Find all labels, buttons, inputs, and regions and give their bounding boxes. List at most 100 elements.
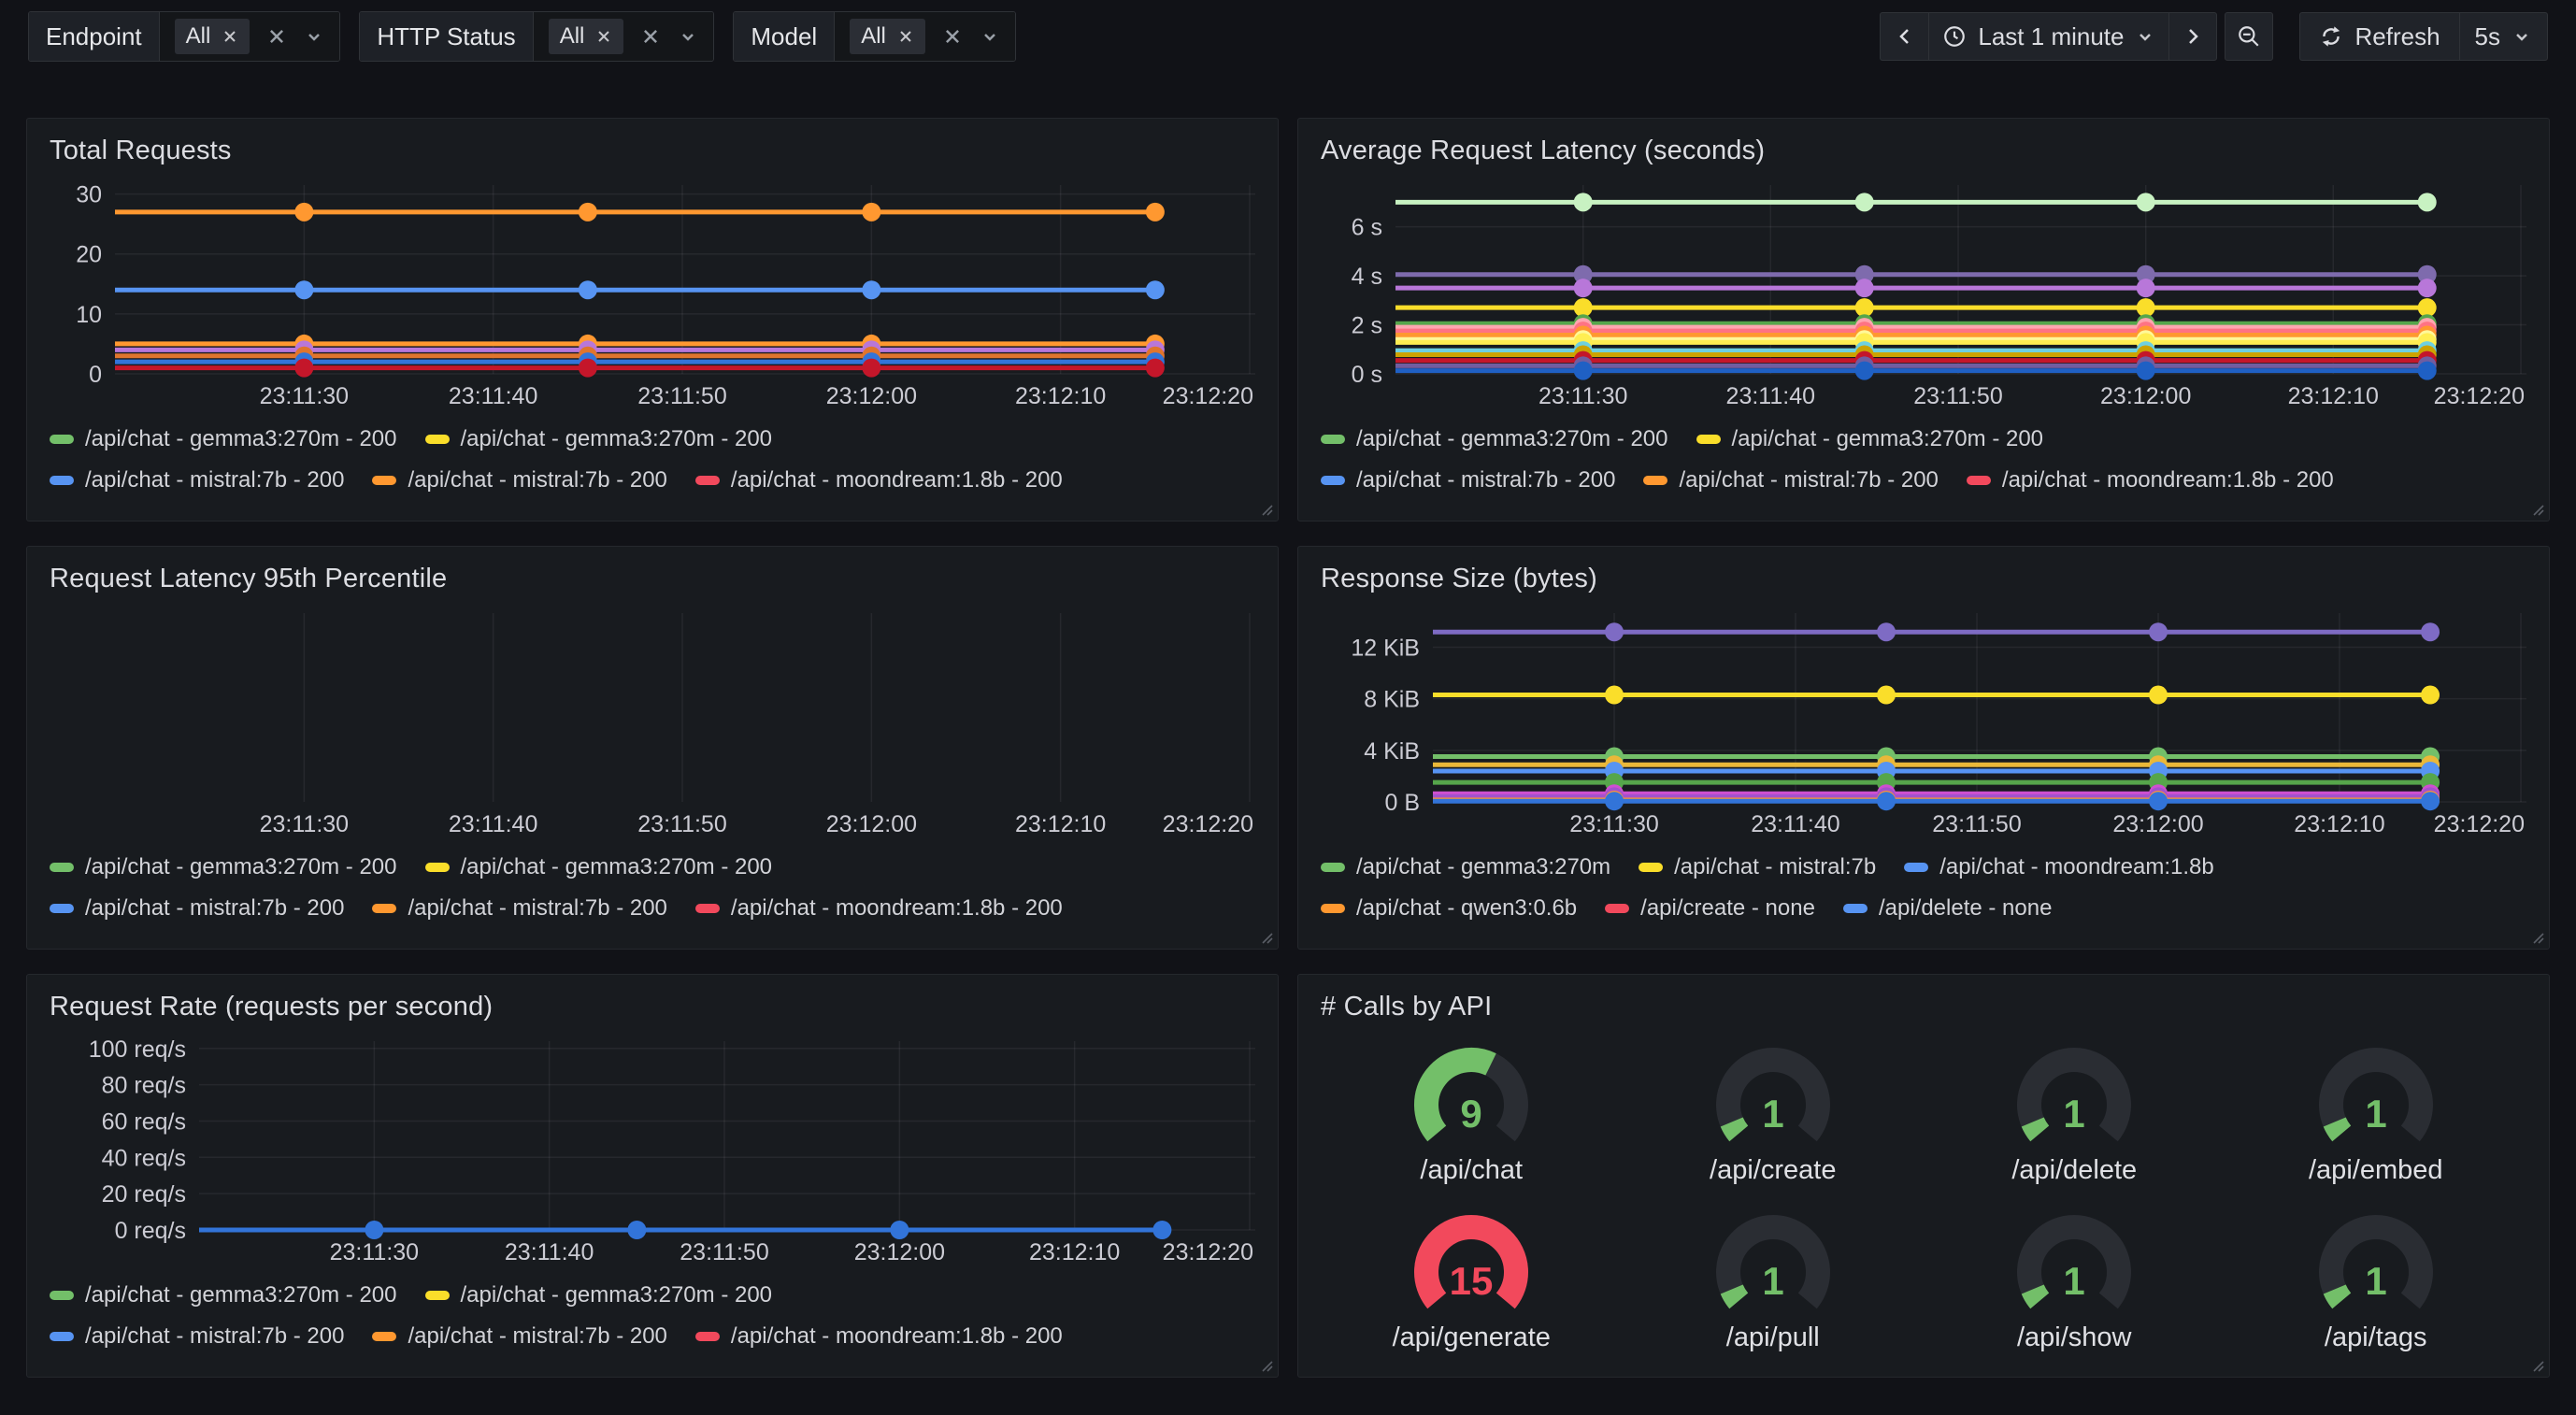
filter-endpoint-chip[interactable]: All xyxy=(175,19,250,54)
x-axis-label: 23:11:50 xyxy=(1913,383,2002,409)
chip-remove-icon[interactable] xyxy=(222,28,238,45)
legend-item[interactable]: /api/delete - none xyxy=(1843,895,2052,922)
panel-title[interactable]: Request Rate (requests per second) xyxy=(50,992,1255,1022)
legend-item[interactable]: /api/chat - gemma3:270m - 200 xyxy=(425,854,773,880)
legend-item[interactable]: /api/chat - mistral:7b - 200 xyxy=(50,895,344,922)
legend-item[interactable]: /api/chat - gemma3:270m - 200 xyxy=(425,426,773,452)
data-point xyxy=(1574,279,1593,297)
panel-resize-handle[interactable] xyxy=(1258,929,1273,944)
chip-remove-icon[interactable] xyxy=(897,28,914,45)
legend-label: /api/chat - mistral:7b xyxy=(1674,854,1876,880)
x-axis-label: 23:12:20 xyxy=(1163,811,1253,837)
gauge-value: 1 xyxy=(2064,1259,2085,1303)
legend-row: /api/chat - mistral:7b - 200/api/chat - … xyxy=(1321,467,2526,493)
legend-item[interactable]: /api/chat - mistral:7b - 200 xyxy=(372,467,666,493)
legend-item[interactable]: /api/chat - gemma3:270m - 200 xyxy=(50,854,397,880)
legend-item[interactable]: /api/chat - moondream:1.8b - 200 xyxy=(1967,467,2334,493)
filter-clear-icon[interactable] xyxy=(640,26,661,47)
filter-endpoint-value[interactable]: All xyxy=(160,12,340,61)
panel-title[interactable]: # Calls by API xyxy=(1321,992,2526,1022)
legend-item[interactable]: /api/chat - moondream:1.8b - 200 xyxy=(695,467,1063,493)
filter-model-value[interactable]: All xyxy=(835,12,1015,61)
gauge: 15/api/generate xyxy=(1321,1199,1623,1353)
panel-title[interactable]: Total Requests xyxy=(50,136,1255,166)
gauge-label: /api/tags xyxy=(2325,1322,2427,1353)
filter-clear-icon[interactable] xyxy=(942,26,963,47)
filter-clear-icon[interactable] xyxy=(266,26,287,47)
data-point xyxy=(862,359,880,378)
legend-item[interactable]: /api/chat - mistral:7b - 200 xyxy=(50,1323,344,1350)
legend-item[interactable]: /api/chat - moondream:1.8b xyxy=(1904,854,2214,880)
legend-row: /api/chat - mistral:7b - 200/api/chat - … xyxy=(50,1323,1255,1350)
legend-item[interactable]: /api/chat - gemma3:270m - 200 xyxy=(50,1282,397,1308)
chart-legend: /api/chat - gemma3:270m - 200/api/chat -… xyxy=(50,426,1255,493)
legend-item[interactable]: /api/chat - qwen3:0.6b xyxy=(1321,895,1577,922)
zoom-out-icon xyxy=(2237,24,2261,49)
legend-item[interactable]: /api/chat - moondream:1.8b - 200 xyxy=(695,1323,1063,1350)
time-forward-button[interactable] xyxy=(2168,12,2217,61)
legend-item[interactable]: /api/chat - moondream:1.8b - 200 xyxy=(695,895,1063,922)
y-axis-label: 20 xyxy=(76,242,102,268)
filter-http-status-value[interactable]: All xyxy=(534,12,714,61)
chevron-down-icon[interactable] xyxy=(304,26,324,47)
legend-item[interactable]: /api/chat - gemma3:270m - 200 xyxy=(425,1282,773,1308)
legend-label: /api/chat - gemma3:270m - 200 xyxy=(85,854,397,880)
time-back-button[interactable] xyxy=(1880,12,1928,61)
legend-item[interactable]: /api/chat - mistral:7b xyxy=(1639,854,1876,880)
x-axis-label: 23:11:50 xyxy=(637,811,726,837)
legend-item[interactable]: /api/chat - gemma3:270m xyxy=(1321,854,1610,880)
panel-resize-handle[interactable] xyxy=(1258,501,1273,516)
legend-item[interactable]: /api/chat - gemma3:270m - 200 xyxy=(50,426,397,452)
filter-model-chip[interactable]: All xyxy=(850,19,925,54)
y-axis-label: 100 req/s xyxy=(89,1036,186,1063)
chip-remove-icon[interactable] xyxy=(595,28,612,45)
chevron-down-icon xyxy=(2135,26,2155,47)
gauge-value: 9 xyxy=(1461,1092,1482,1136)
chevron-down-icon[interactable] xyxy=(980,26,1000,47)
y-axis-label: 40 req/s xyxy=(102,1145,186,1171)
legend-item[interactable]: /api/create - none xyxy=(1605,895,1815,922)
panel-resize-handle[interactable] xyxy=(2529,929,2544,944)
legend-item[interactable]: /api/chat - gemma3:270m - 200 xyxy=(1321,426,1668,452)
legend-item[interactable]: /api/chat - mistral:7b - 200 xyxy=(1321,467,1615,493)
legend-item[interactable]: /api/chat - mistral:7b - 200 xyxy=(372,1323,666,1350)
refresh-button[interactable]: Refresh xyxy=(2299,12,2458,61)
legend-color xyxy=(1643,476,1667,485)
panel-resize-handle[interactable] xyxy=(2529,1357,2544,1372)
panel-resize-handle[interactable] xyxy=(1258,1357,1273,1372)
legend-item[interactable]: /api/chat - gemma3:270m - 200 xyxy=(1696,426,2044,452)
y-axis-label: 0 xyxy=(89,362,102,388)
time-controls: Last 1 minute xyxy=(1880,12,2548,61)
legend-item[interactable]: /api/chat - mistral:7b - 200 xyxy=(372,895,666,922)
x-axis-label: 23:11:30 xyxy=(1569,811,1658,837)
legend-color xyxy=(695,476,720,485)
chevron-down-icon[interactable] xyxy=(678,26,698,47)
gauge-value: 15 xyxy=(1450,1259,1494,1303)
chart-canvas: 0 B4 KiB8 KiB12 KiB23:11:3023:11:4023:11… xyxy=(1321,604,2526,839)
x-axis-label: 23:12:00 xyxy=(826,811,917,837)
panel-resize-handle[interactable] xyxy=(2529,501,2544,516)
gauge-value: 1 xyxy=(2064,1092,2085,1136)
refresh-group: Refresh 5s xyxy=(2299,12,2548,61)
panel-title[interactable]: Request Latency 95th Percentile xyxy=(50,564,1255,594)
time-range-button[interactable]: Last 1 minute xyxy=(1928,12,2168,61)
panel-response-size: Response Size (bytes) 0 B4 KiB8 KiB12 Ki… xyxy=(1297,546,2550,950)
filter-http-status-chip[interactable]: All xyxy=(549,19,624,54)
legend-color xyxy=(50,904,74,913)
refresh-interval-button[interactable]: 5s xyxy=(2459,12,2548,61)
y-axis-label: 4 KiB xyxy=(1364,738,1420,765)
legend-item[interactable]: /api/chat - mistral:7b - 200 xyxy=(50,467,344,493)
y-axis-label: 0 B xyxy=(1384,790,1420,816)
legend-item[interactable]: /api/chat - mistral:7b - 200 xyxy=(1643,467,1938,493)
legend-color xyxy=(425,863,450,872)
x-axis-label: 23:11:30 xyxy=(260,811,349,837)
panel-title[interactable]: Response Size (bytes) xyxy=(1321,564,2526,594)
legend-row: /api/chat - gemma3:270m - 200/api/chat -… xyxy=(50,854,1255,880)
gauge-value: 1 xyxy=(1762,1092,1783,1136)
data-point xyxy=(1855,298,1874,317)
x-axis-label: 23:12:00 xyxy=(2112,811,2203,837)
zoom-out-button[interactable] xyxy=(2225,12,2273,61)
legend-color xyxy=(1639,863,1663,872)
panel-title[interactable]: Average Request Latency (seconds) xyxy=(1321,136,2526,166)
x-axis-label: 23:11:40 xyxy=(449,811,537,837)
